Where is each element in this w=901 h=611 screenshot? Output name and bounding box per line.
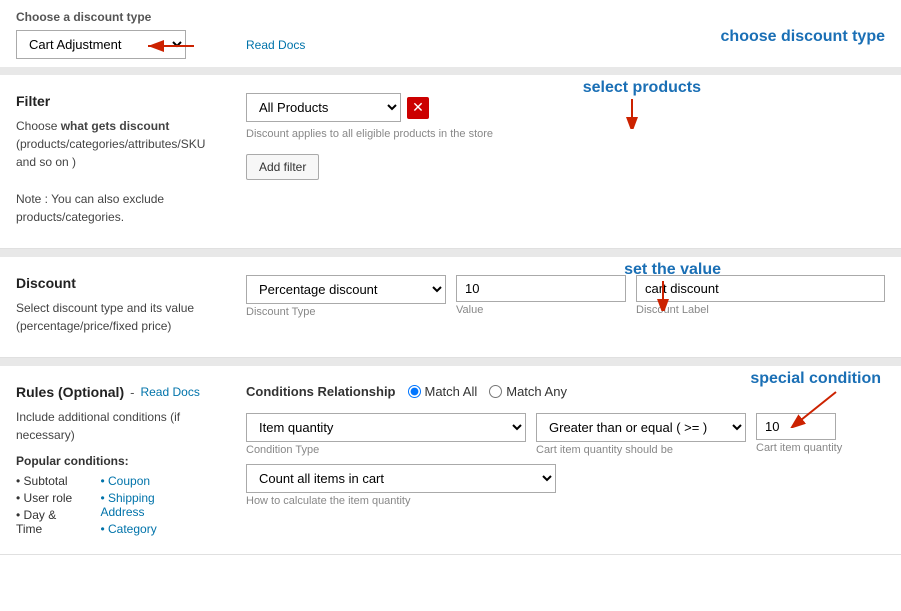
annotation-select-products-block: select products — [583, 79, 701, 129]
match-all-radio[interactable] — [408, 385, 421, 398]
condition-day-time: • Day & Time — [16, 508, 80, 536]
rules-description: Include additional conditions (if necess… — [16, 408, 214, 444]
dash-separator: - — [130, 385, 134, 400]
discount-type-select-main[interactable]: Percentage discount — [246, 275, 446, 304]
conditions-col-2: • Coupon • Shipping Address • Category — [100, 474, 194, 536]
discount-section: Discount Select discount type and its va… — [0, 257, 901, 358]
match-any-label: Match Any — [506, 384, 567, 399]
condition-coupon-link[interactable]: • Coupon — [100, 474, 194, 488]
divider-3 — [0, 358, 901, 366]
add-filter-btn[interactable]: Add filter — [246, 154, 319, 180]
conditions-col-1: • Subtotal • User role • Day & Time — [16, 474, 80, 536]
condition-type-select[interactable]: Item quantity — [246, 413, 526, 442]
condition-subtotal: • Subtotal — [16, 474, 80, 488]
rules-read-docs-link[interactable]: Read Docs — [140, 385, 199, 399]
filter-description: Choose what gets discount (products/cate… — [16, 117, 214, 171]
match-all-label: Match All — [425, 384, 478, 399]
second-condition-row: Count all items in cart How to calculate… — [246, 464, 885, 507]
match-all-option[interactable]: Match All — [408, 384, 478, 399]
condition-type-label: Condition Type — [246, 444, 526, 456]
conditions-rel-label: Conditions Relationship — [246, 384, 396, 399]
discount-value-group: Value — [456, 275, 626, 316]
discount-description: Select discount type and its value (perc… — [16, 299, 214, 335]
page-wrapper: Choose a discount type Cart Adjustment R… — [0, 0, 901, 555]
choose-discount-label: Choose a discount type — [16, 10, 885, 24]
filter-section-wrapper: select products Filter Choose what gets … — [0, 75, 901, 249]
arrow-left-icon — [146, 36, 196, 56]
rules-title-row: Rules (Optional) - Read Docs — [16, 384, 214, 400]
filter-right-panel: All Products ✕ Discount applies to all e… — [230, 75, 901, 248]
divider-2 — [0, 249, 901, 257]
discount-right-panel: Percentage discount Discount Type Value … — [230, 257, 901, 357]
annotation-special-block: special condition — [750, 370, 881, 428]
annotation-special-text: special condition — [750, 370, 881, 388]
discount-type-group: Percentage discount Discount Type — [246, 275, 446, 318]
discount-value-input[interactable] — [456, 275, 626, 302]
discount-section-wrapper: set the value Discount Select discount t… — [0, 257, 901, 358]
filter-left-panel: Filter Choose what gets discount (produc… — [0, 75, 230, 248]
divider-1 — [0, 67, 901, 75]
discount-title: Discount — [16, 275, 214, 291]
discount-type-row: Cart Adjustment Read Docs choose discoun… — [16, 30, 885, 59]
discount-value-label: Value — [456, 304, 626, 316]
annotation-set-value-block: set the value — [624, 261, 721, 311]
read-docs-link[interactable]: Read Docs — [246, 38, 305, 52]
remove-filter-btn[interactable]: ✕ — [407, 97, 429, 119]
arrow-special-icon — [776, 388, 856, 428]
discount-type-label: Discount Type — [246, 306, 446, 318]
arrow-down-value-icon — [643, 279, 703, 311]
condition-user-role: • User role — [16, 491, 80, 505]
arrow-down-select-icon — [612, 97, 672, 129]
rules-title: Rules (Optional) — [16, 384, 124, 400]
all-products-select[interactable]: All Products — [246, 93, 401, 122]
condition-shipping-link[interactable]: • Shipping Address — [100, 491, 194, 519]
annotation-select-products-text: select products — [583, 79, 701, 97]
match-any-radio[interactable] — [489, 385, 502, 398]
match-any-option[interactable]: Match Any — [489, 384, 567, 399]
operator-group: Greater than or equal ( >= ) Cart item q… — [536, 413, 746, 456]
conditions-list: • Subtotal • User role • Day & Time • Co… — [16, 474, 214, 536]
operator-select[interactable]: Greater than or equal ( >= ) — [536, 413, 746, 442]
count-group: Count all items in cart How to calculate… — [246, 464, 885, 507]
condition-category-link[interactable]: • Category — [100, 522, 194, 536]
rules-left-panel: Rules (Optional) - Read Docs Include add… — [0, 366, 230, 554]
operator-label: Cart item quantity should be — [536, 444, 746, 456]
condition-type-group: Item quantity Condition Type — [246, 413, 526, 456]
filter-help-text: Discount applies to all eligible product… — [246, 128, 885, 140]
discount-left-panel: Discount Select discount type and its va… — [0, 257, 230, 357]
rules-right-panel: special condition Conditions Relationshi… — [230, 366, 901, 554]
annotation-choose-discount: choose discount type — [721, 28, 885, 46]
annotation-set-value-text: set the value — [624, 261, 721, 279]
qty-label: Cart item quantity — [756, 442, 842, 454]
filter-note: Note : You can also exclude products/cat… — [16, 190, 214, 226]
discount-grid: Percentage discount Discount Type Value … — [246, 275, 885, 318]
count-select[interactable]: Count all items in cart — [246, 464, 556, 493]
rules-section: Rules (Optional) - Read Docs Include add… — [0, 366, 901, 555]
popular-conditions-label: Popular conditions: — [16, 454, 214, 468]
filter-title: Filter — [16, 93, 214, 109]
filter-section: Filter Choose what gets discount (produc… — [0, 75, 901, 249]
count-label: How to calculate the item quantity — [246, 495, 885, 507]
top-section: Choose a discount type Cart Adjustment R… — [0, 0, 901, 67]
filter-row: All Products ✕ — [246, 93, 885, 122]
